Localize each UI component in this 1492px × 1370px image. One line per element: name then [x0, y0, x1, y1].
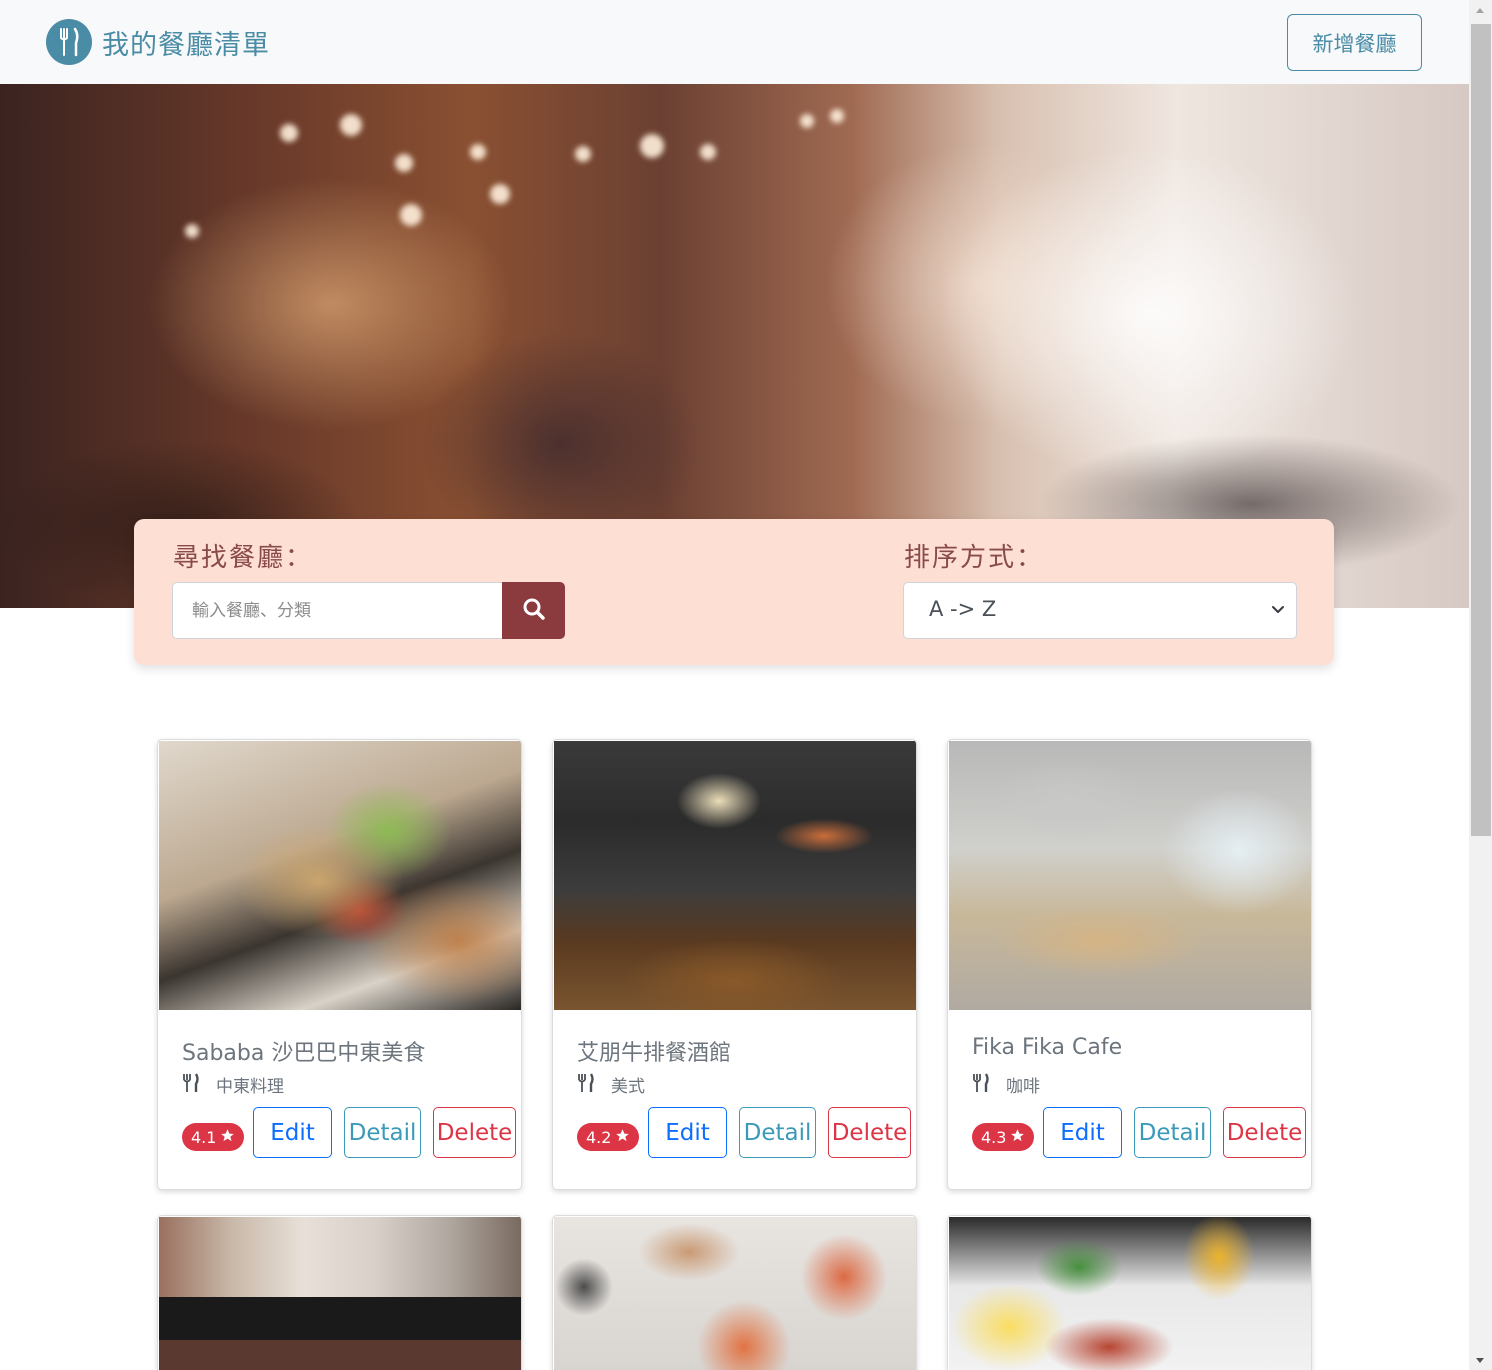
scrollbar-thumb[interactable] [1471, 24, 1491, 836]
navbar: 我的餐廳清單 新增餐廳 [0, 0, 1469, 84]
delete-button[interactable]: Delete [828, 1107, 911, 1158]
utensils-icon [182, 1072, 200, 1097]
restaurant-image[interactable] [159, 741, 521, 1010]
rating-value: 4.1 [191, 1127, 217, 1147]
sort-select[interactable]: A -> Z [903, 582, 1297, 639]
restaurant-card[interactable] [552, 1215, 917, 1370]
restaurant-card[interactable]: 艾朋牛排餐酒館 美式 4.2 Edit Detail Delete [552, 739, 917, 1190]
edit-button[interactable]: Edit [1043, 1107, 1122, 1158]
search-icon [522, 597, 546, 624]
utensils-icon [46, 19, 92, 65]
detail-button[interactable]: Detail [344, 1107, 421, 1158]
sort-selected-value: A -> Z [929, 597, 997, 621]
search-panel: 尋找餐廳： 排序方式： A -> Z [134, 519, 1334, 665]
star-icon [1010, 1128, 1025, 1147]
restaurant-image[interactable] [949, 1217, 1311, 1370]
detail-button[interactable]: Detail [739, 1107, 816, 1158]
utensils-icon [972, 1072, 990, 1097]
scroll-up-arrow-icon[interactable] [1476, 8, 1484, 13]
edit-button[interactable]: Edit [253, 1107, 332, 1158]
restaurant-category: 咖啡 [972, 1072, 1040, 1097]
rating-badge: 4.2 [577, 1123, 640, 1151]
star-icon [220, 1128, 235, 1147]
search-button[interactable] [502, 582, 565, 639]
category-label: 咖啡 [1006, 1077, 1040, 1097]
utensils-icon [577, 1072, 595, 1097]
restaurant-name: 艾朋牛排餐酒館 [577, 1041, 732, 1066]
sort-label: 排序方式： [904, 543, 1045, 573]
edit-button[interactable]: Edit [648, 1107, 727, 1158]
restaurant-category: 美式 [577, 1072, 645, 1097]
restaurant-name: Fika Fika Cafe [972, 1035, 1123, 1060]
rating-badge: 4.1 [182, 1123, 245, 1151]
detail-button[interactable]: Detail [1134, 1107, 1211, 1158]
restaurant-image[interactable] [159, 1217, 521, 1370]
restaurant-image[interactable] [949, 741, 1311, 1010]
search-label: 尋找餐廳： [173, 543, 314, 573]
category-label: 美式 [611, 1077, 645, 1097]
rating-value: 4.2 [586, 1127, 612, 1147]
rating-value: 4.3 [981, 1127, 1007, 1147]
restaurant-name: Sababa 沙巴巴中東美食 [182, 1041, 426, 1066]
restaurant-card[interactable]: Sababa 沙巴巴中東美食 中東料理 4.1 Edit Detail Dele… [157, 739, 522, 1190]
restaurant-image[interactable] [554, 1217, 916, 1370]
chevron-down-icon [1270, 601, 1286, 621]
restaurant-card[interactable]: Fika Fika Cafe 咖啡 4.3 Edit Detail Delete [947, 739, 1312, 1190]
star-icon [615, 1128, 630, 1147]
restaurant-category: 中東料理 [182, 1072, 284, 1097]
brand-title: 我的餐廳清單 [102, 29, 270, 61]
brand-link[interactable]: 我的餐廳清單 [46, 19, 270, 65]
vertical-scrollbar[interactable] [1469, 0, 1492, 1370]
search-input[interactable] [172, 582, 503, 639]
restaurant-card[interactable] [947, 1215, 1312, 1370]
restaurant-image[interactable] [554, 741, 916, 1010]
scroll-down-arrow-icon[interactable] [1476, 1358, 1484, 1363]
restaurant-card[interactable] [157, 1215, 522, 1370]
add-restaurant-button[interactable]: 新增餐廳 [1287, 14, 1422, 71]
rating-badge: 4.3 [972, 1123, 1035, 1151]
delete-button[interactable]: Delete [433, 1107, 516, 1158]
delete-button[interactable]: Delete [1223, 1107, 1306, 1158]
category-label: 中東料理 [216, 1077, 284, 1097]
